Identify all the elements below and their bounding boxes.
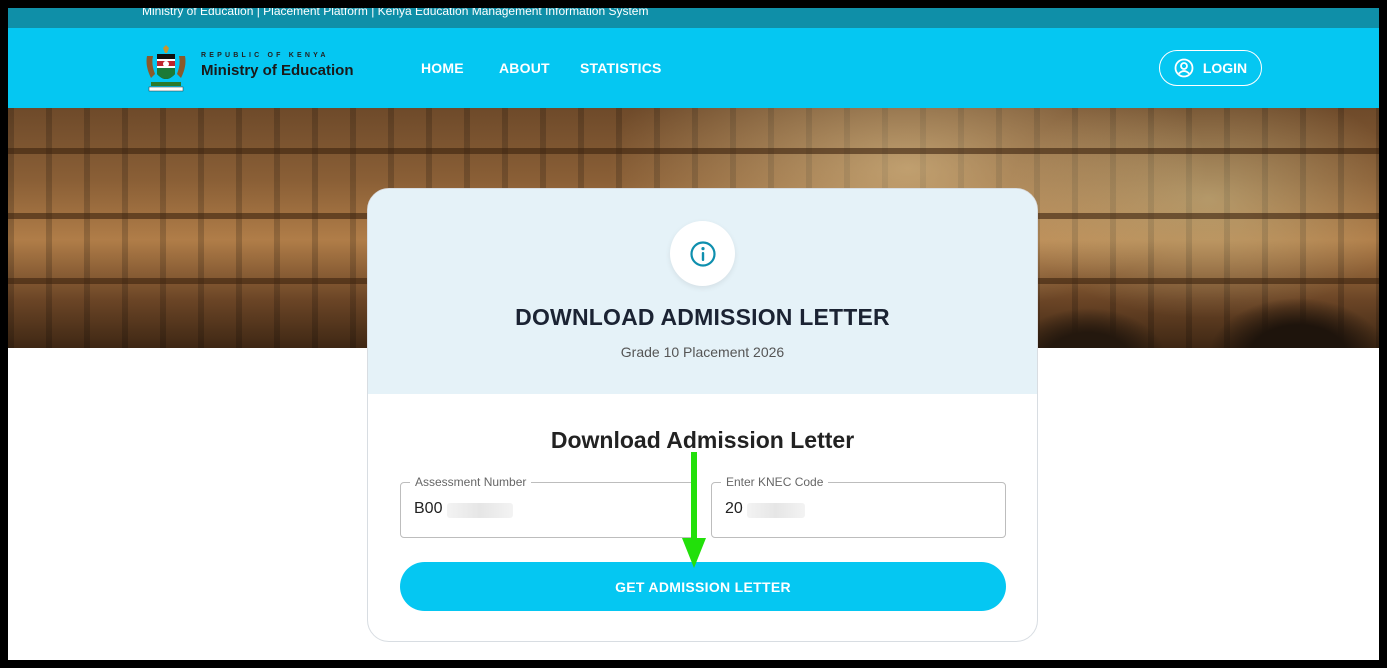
assessment-number-label: Assessment Number (410, 475, 532, 489)
top-info-bar: Ministry of Education | Placement Platfo… (8, 8, 1379, 28)
submit-label: GET ADMISSION LETTER (615, 578, 791, 595)
card-subtitle: Grade 10 Placement 2026 (620, 344, 785, 360)
admission-card: DOWNLOAD ADMISSION LETTER Grade 10 Place… (367, 188, 1038, 642)
navbar: REPUBLIC OF KENYA Ministry of Education … (8, 28, 1379, 108)
ministry-label: Ministry of Education (201, 62, 354, 79)
ministry-logo[interactable]: REPUBLIC OF KENYA Ministry of Education (141, 44, 381, 94)
login-label: LOGIN (1202, 60, 1248, 76)
assessment-number-field[interactable]: Assessment Number (400, 475, 695, 538)
card-title: DOWNLOAD ADMISSION LETTER (515, 304, 890, 330)
redacted-text (747, 503, 805, 518)
knec-code-label: Enter KNEC Code (721, 475, 829, 489)
info-icon (689, 240, 716, 267)
hero-shelf (8, 148, 1379, 154)
coat-of-arms-icon (146, 45, 186, 92)
card-header: DOWNLOAD ADMISSION LETTER Grade 10 Place… (368, 189, 1037, 394)
user-circle-icon (1174, 58, 1194, 78)
top-info-text: Ministry of Education | Placement Platfo… (142, 8, 649, 18)
form-title: Download Admission Letter (550, 427, 855, 453)
redacted-text (447, 503, 513, 518)
nav-home[interactable]: HOME (421, 60, 464, 76)
nav-about[interactable]: ABOUT (499, 60, 550, 76)
down-arrow-icon (682, 452, 706, 568)
info-badge (670, 221, 735, 286)
login-button[interactable]: LOGIN (1159, 50, 1262, 86)
republic-label: REPUBLIC OF KENYA (201, 52, 329, 59)
nav-statistics[interactable]: STATISTICS (580, 60, 662, 76)
knec-code-field[interactable]: Enter KNEC Code (711, 475, 1006, 538)
